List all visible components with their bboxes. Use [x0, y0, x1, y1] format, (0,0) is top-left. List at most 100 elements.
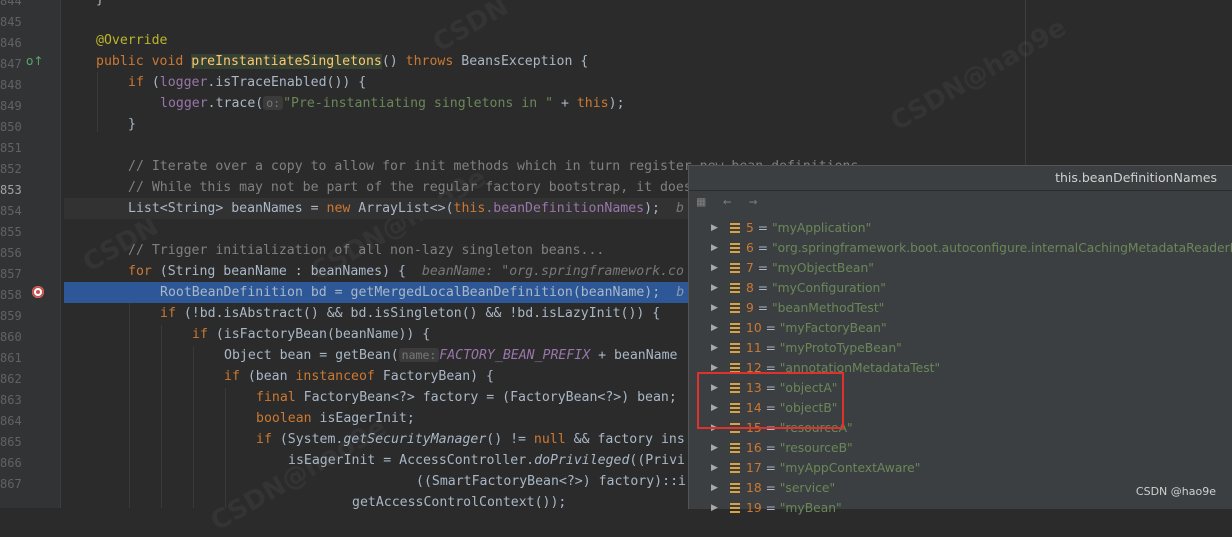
line-number: 858	[0, 288, 22, 302]
tree-row[interactable]: ▶ 17 = "myAppContextAware"	[689, 458, 1232, 478]
equals-sign: =	[753, 261, 772, 275]
line-number: 849	[0, 99, 22, 113]
tree-row-label: 16 = "resourceB"	[746, 438, 853, 458]
expand-arrow-icon[interactable]: ▶	[711, 258, 718, 278]
element-index: 7	[746, 261, 754, 275]
array-element-icon	[730, 243, 740, 253]
element-index: 10	[746, 321, 762, 335]
tree-row-label: 11 = "myProtoTypeBean"	[746, 338, 902, 358]
line-number: 864	[0, 414, 22, 428]
expand-arrow-icon[interactable]: ▶	[711, 318, 718, 338]
tree-row-label: 9 = "beanMethodTest"	[746, 298, 884, 318]
line-number: 863	[0, 393, 22, 407]
element-value: "myFactoryBean"	[779, 321, 887, 335]
element-value: "myProtoTypeBean"	[779, 341, 902, 355]
tree-row[interactable]: ▶ 10 = "myFactoryBean"	[689, 318, 1232, 338]
element-value: "myApplication"	[771, 221, 872, 235]
element-index: 6	[746, 241, 754, 255]
line-number: 860	[0, 330, 22, 344]
popup-toolbar: ▦ ← →	[689, 191, 1232, 213]
array-element-icon	[730, 223, 740, 233]
array-element-icon	[730, 263, 740, 273]
equals-sign: =	[761, 441, 780, 455]
element-index: 18	[746, 481, 762, 495]
line-number: 862	[0, 372, 22, 386]
code-line-845[interactable]: @Override	[64, 30, 1232, 51]
line-number: 847	[0, 57, 22, 71]
tree-row[interactable]: ▶ 19 = "myBean"	[689, 498, 1232, 518]
code-line-846[interactable]: public void preInstantiateSingletons() t…	[64, 51, 1232, 72]
expand-arrow-icon[interactable]: ▶	[711, 458, 718, 478]
array-element-icon	[730, 323, 740, 333]
element-value: "beanMethodTest"	[771, 301, 885, 315]
element-value: "myConfiguration"	[771, 281, 886, 295]
tree-row-label: 5 = "myApplication"	[746, 218, 871, 238]
expand-arrow-icon[interactable]: ▶	[711, 278, 718, 298]
expand-arrow-icon[interactable]: ▶	[711, 438, 718, 458]
expand-arrow-icon[interactable]: ▶	[711, 498, 718, 518]
code-line-848[interactable]: logger.trace(o: "Pre-instantiating single…	[64, 93, 1232, 114]
element-value: "myBean"	[779, 501, 842, 515]
element-index: 16	[746, 441, 762, 455]
line-number: 859	[0, 309, 22, 323]
line-number: 844	[0, 0, 22, 8]
expand-arrow-icon[interactable]: ▶	[711, 338, 718, 358]
tree-row[interactable]: ▶ 16 = "resourceB"	[689, 438, 1232, 458]
element-index: 5	[746, 221, 754, 235]
tree-row[interactable]: ▶ 7 = "myObjectBean"	[689, 258, 1232, 278]
tree-row[interactable]: ▶ 5 = "myApplication"	[689, 218, 1232, 238]
param-hint: o:	[263, 96, 284, 110]
element-value: "myObjectBean"	[771, 261, 874, 275]
line-number: 865	[0, 435, 22, 449]
line-number: 845	[0, 15, 22, 29]
line-number: 857	[0, 267, 22, 281]
breakpoint-icon[interactable]	[32, 286, 44, 298]
line-number: 856	[0, 246, 22, 260]
element-value: "myAppContextAware"	[779, 461, 921, 475]
array-element-icon	[730, 303, 740, 313]
override-method-icon[interactable]: o↑	[26, 54, 43, 68]
equals-sign: =	[761, 321, 780, 335]
element-value: "service"	[779, 481, 836, 495]
override-annotation: @Override	[96, 33, 168, 48]
view-icon[interactable]: ▦	[697, 194, 705, 210]
line-number: 853	[0, 183, 22, 197]
equals-sign: =	[753, 301, 772, 315]
method-name: preInstantiateSingletons	[191, 54, 382, 69]
element-index: 17	[746, 461, 762, 475]
back-arrow-icon[interactable]: ←	[723, 194, 731, 210]
expand-arrow-icon[interactable]: ▶	[711, 218, 718, 238]
tree-row-label: 10 = "myFactoryBean"	[746, 318, 887, 338]
equals-sign: =	[761, 461, 780, 475]
line-number: 851	[0, 141, 22, 155]
tree-row-label: 7 = "myObjectBean"	[746, 258, 874, 278]
expand-arrow-icon[interactable]: ▶	[711, 478, 718, 498]
equals-sign: =	[761, 341, 780, 355]
values-tree[interactable]: ▶ 5 = "myApplication" ▶ 6 = "org.springfram…	[689, 216, 1232, 515]
tree-row[interactable]: ▶ 11 = "myProtoTypeBean"	[689, 338, 1232, 358]
line-number: 855	[0, 225, 22, 239]
array-element-icon	[730, 463, 740, 473]
equals-sign: =	[761, 501, 780, 515]
forward-arrow-icon[interactable]: →	[749, 194, 757, 210]
expand-arrow-icon[interactable]: ▶	[711, 298, 718, 318]
tree-row[interactable]: ▶ 9 = "beanMethodTest"	[689, 298, 1232, 318]
tree-row[interactable]: ▶ 6 = "org.springframework.boot.autoconfi…	[689, 238, 1232, 258]
tree-row-label: 18 = "service"	[746, 478, 835, 498]
debug-value-popup[interactable]: this.beanDefinitionNames ▦ ← → ▶ 5 = "myA…	[688, 165, 1232, 515]
expand-arrow-icon[interactable]: ▶	[711, 238, 718, 258]
line-number: 854	[0, 204, 22, 218]
inline-debug-value: beanName: "org.springframework.co	[421, 264, 684, 279]
array-element-icon	[730, 483, 740, 493]
array-element-icon	[730, 343, 740, 353]
element-index: 8	[746, 281, 754, 295]
tree-row-label: 19 = "myBean"	[746, 498, 842, 518]
code-line-849[interactable]: }	[64, 114, 1232, 135]
array-element-icon	[730, 283, 740, 293]
code-line-847[interactable]: if (logger.isTraceEnabled()) {	[64, 72, 1232, 93]
tree-row[interactable]: ▶ 8 = "myConfiguration"	[689, 278, 1232, 298]
code-line-844[interactable]: }	[64, 0, 1232, 10]
array-element-icon	[730, 443, 740, 453]
equals-sign: =	[761, 481, 780, 495]
line-number: 861	[0, 351, 22, 365]
